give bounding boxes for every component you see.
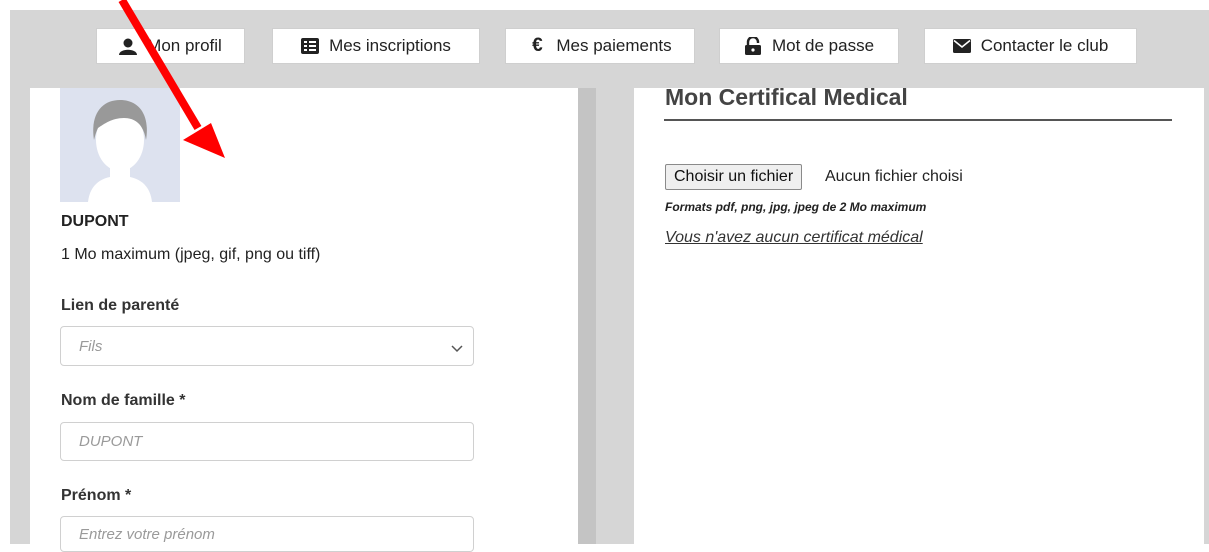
choose-file-button[interactable]: Choisir un fichier: [665, 164, 803, 190]
user-icon: [119, 37, 138, 55]
nav-my-payments-label: Mes paiements: [556, 36, 672, 55]
photo-size-hint: 1 Mo maximum (jpeg, gif, png ou tiff): [61, 246, 321, 263]
certificate-title: Mon Certifical Medical: [665, 84, 908, 110]
relationship-label: Lien de parenté: [61, 297, 180, 314]
nav-contact-club-label: Contacter le club: [980, 36, 1109, 55]
nav-contact-club-button[interactable]: Contacter le club: [924, 28, 1137, 64]
nav-password-label: Mot de passe: [771, 36, 875, 55]
nav-my-profile-label: Mon profil: [147, 36, 222, 55]
nav-my-registrations-button[interactable]: Mes inscriptions: [272, 28, 480, 64]
relationship-value: Fils: [79, 337, 103, 355]
file-formats-hint: Formats pdf, png, jpg, jpeg de 2 Mo maxi…: [665, 200, 927, 214]
no-file-chosen-text: Aucun fichier choisi: [825, 168, 963, 185]
avatar[interactable]: [60, 88, 180, 202]
unlock-icon: [744, 37, 762, 55]
envelope-icon: [952, 37, 971, 55]
chevron-down-icon: [451, 340, 463, 357]
nav-my-payments-button[interactable]: € Mes paiements: [505, 28, 695, 64]
panel-divider: [578, 88, 596, 544]
relationship-select[interactable]: Fils: [60, 326, 474, 366]
nav-my-registrations-label: Mes inscriptions: [329, 36, 451, 55]
avatar-placeholder-icon: [60, 88, 180, 202]
firstname-placeholder: Entrez votre prénom: [79, 526, 215, 543]
lastname-input[interactable]: DUPONT: [60, 422, 474, 461]
nav-my-profile-button[interactable]: Mon profil: [96, 28, 245, 64]
nav-password-button[interactable]: Mot de passe: [719, 28, 899, 64]
lastname-value: DUPONT: [79, 433, 143, 450]
profile-last-name: DUPONT: [61, 213, 129, 230]
firstname-input[interactable]: Entrez votre prénom: [60, 516, 474, 552]
lastname-label: Nom de famille *: [61, 392, 186, 409]
list-icon: [301, 37, 320, 55]
no-certificate-link[interactable]: Vous n'avez aucun certificat médical: [665, 229, 923, 247]
certificate-title-divider: [664, 119, 1172, 121]
euro-icon: €: [532, 35, 543, 56]
firstname-label: Prénom *: [61, 487, 132, 504]
certificate-panel: [634, 88, 1204, 544]
